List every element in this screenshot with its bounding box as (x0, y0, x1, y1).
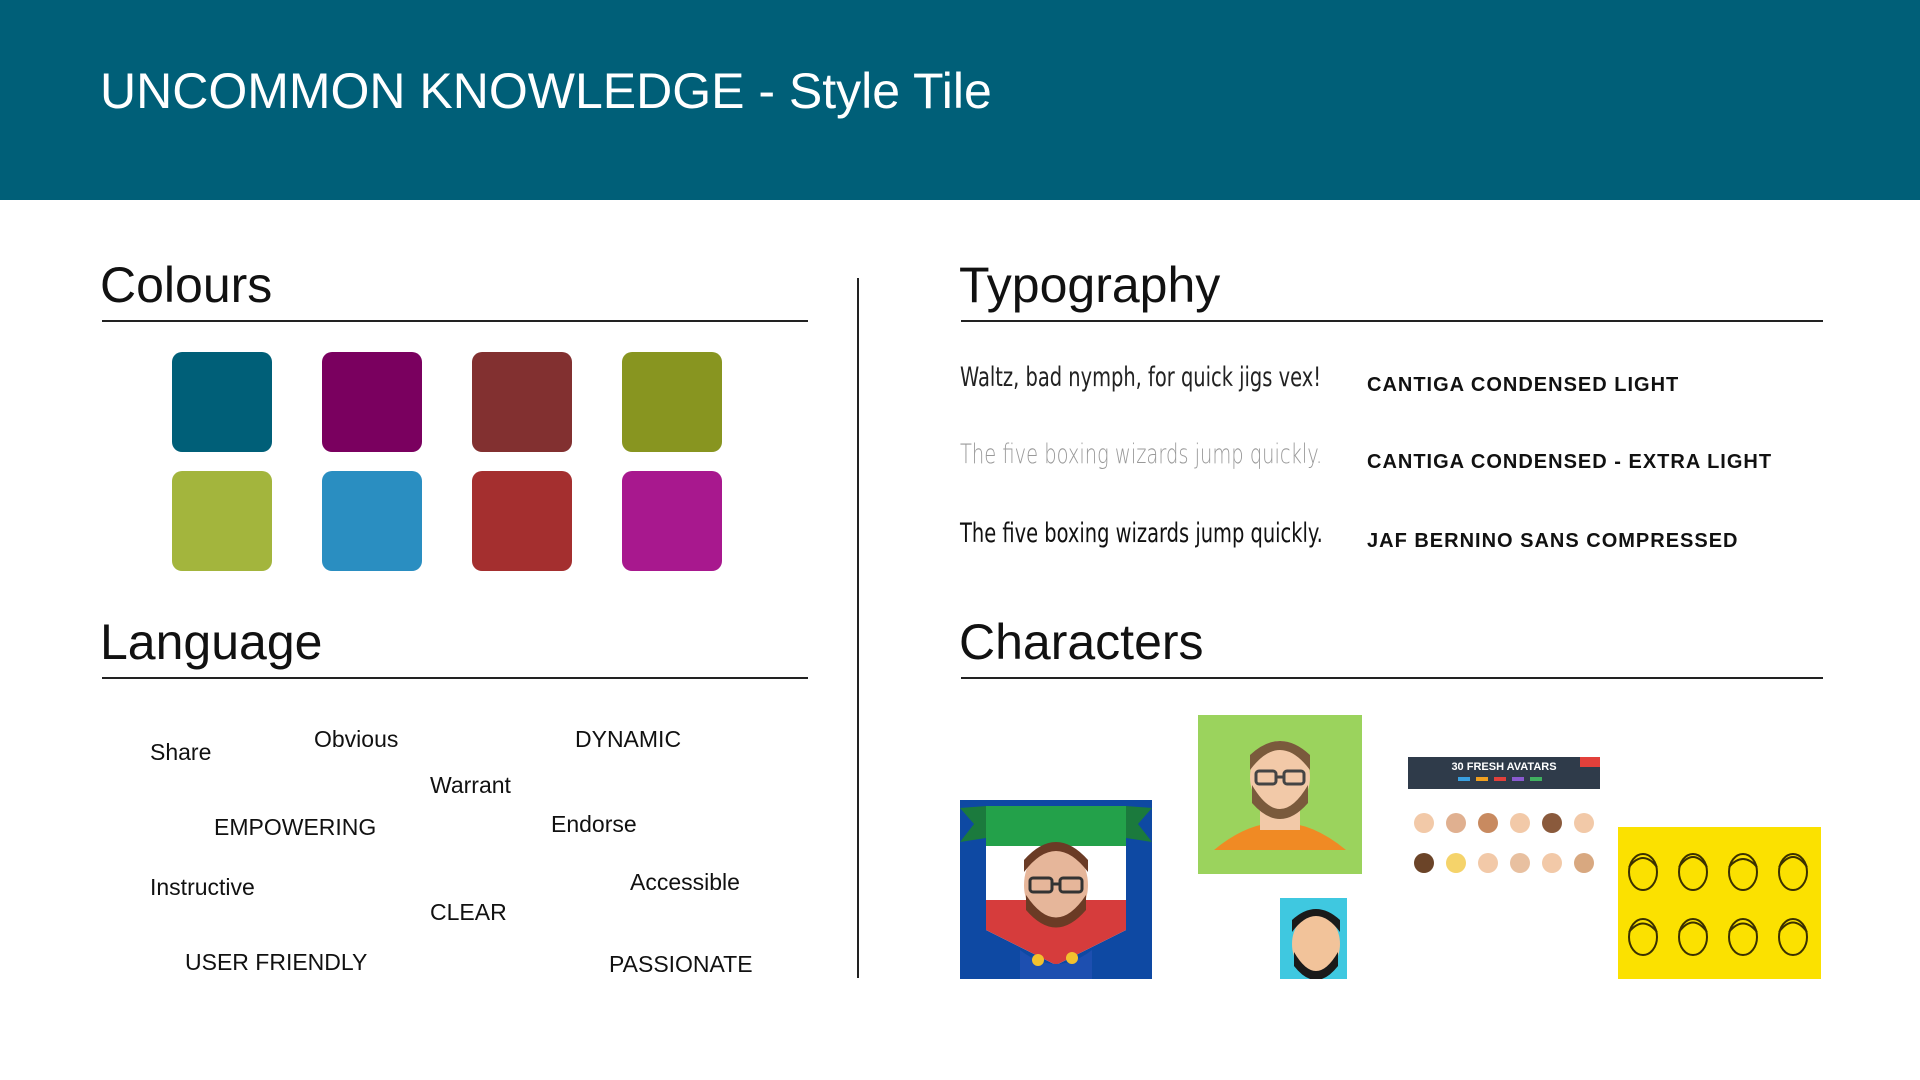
characters-rule (961, 677, 1823, 679)
word-share: Share (150, 739, 212, 765)
word-dynamic: DYNAMIC (575, 726, 682, 752)
colours-heading: Colours (100, 257, 273, 313)
swatch-red (472, 471, 572, 571)
column-divider (857, 278, 859, 978)
font-sample-3: The five boxing wizards jump quickly. (960, 518, 1323, 549)
word-warrant: Warrant (430, 772, 511, 798)
colours-rule (102, 320, 808, 322)
character-lineart-avatars (1618, 827, 1821, 979)
word-user-friendly: USER FRIENDLY (185, 949, 368, 975)
characters-heading: Characters (959, 614, 1204, 670)
word-instructive: Instructive (150, 874, 255, 900)
swatch-magenta (622, 471, 722, 571)
word-obvious: Obvious (314, 726, 399, 752)
header-bar: UNCOMMON KNOWLEDGE - Style Tile (0, 0, 1920, 200)
font-name-1: CANTIGA CONDENSED LIGHT (1367, 374, 1680, 396)
page-title: UNCOMMON KNOWLEDGE - Style Tile (100, 63, 992, 119)
language-rule (102, 677, 808, 679)
font-sample-1: Waltz, bad nymph, for quick jigs vex! (960, 362, 1322, 393)
font-name-3: JAF BERNINO SANS COMPRESSED (1367, 530, 1739, 552)
swatch-lime (172, 471, 272, 571)
swatch-teal (172, 352, 272, 452)
swatch-plum (322, 352, 422, 452)
character-bearded-avatar (1198, 715, 1362, 874)
word-clear: CLEAR (430, 899, 507, 925)
swatch-brick (472, 352, 572, 452)
swatch-sky-blue (322, 471, 422, 571)
character-small-avatar (1280, 898, 1347, 979)
typography-rule (961, 320, 1823, 322)
typography-heading: Typography (959, 257, 1221, 313)
word-endorse: Endorse (551, 811, 637, 837)
character-avatar-set: 30 FRESH AVATARS (1408, 757, 1600, 887)
word-empowering: EMPOWERING (214, 814, 377, 840)
word-passionate: PASSIONATE (609, 951, 753, 977)
character-flag-avatar (960, 800, 1152, 979)
word-accessible: Accessible (630, 869, 740, 895)
swatch-olive (622, 352, 722, 452)
font-name-2: CANTIGA CONDENSED - EXTRA LIGHT (1367, 451, 1773, 473)
language-heading: Language (100, 614, 323, 670)
font-sample-2: The five boxing wizards jump quickly. (960, 439, 1323, 470)
